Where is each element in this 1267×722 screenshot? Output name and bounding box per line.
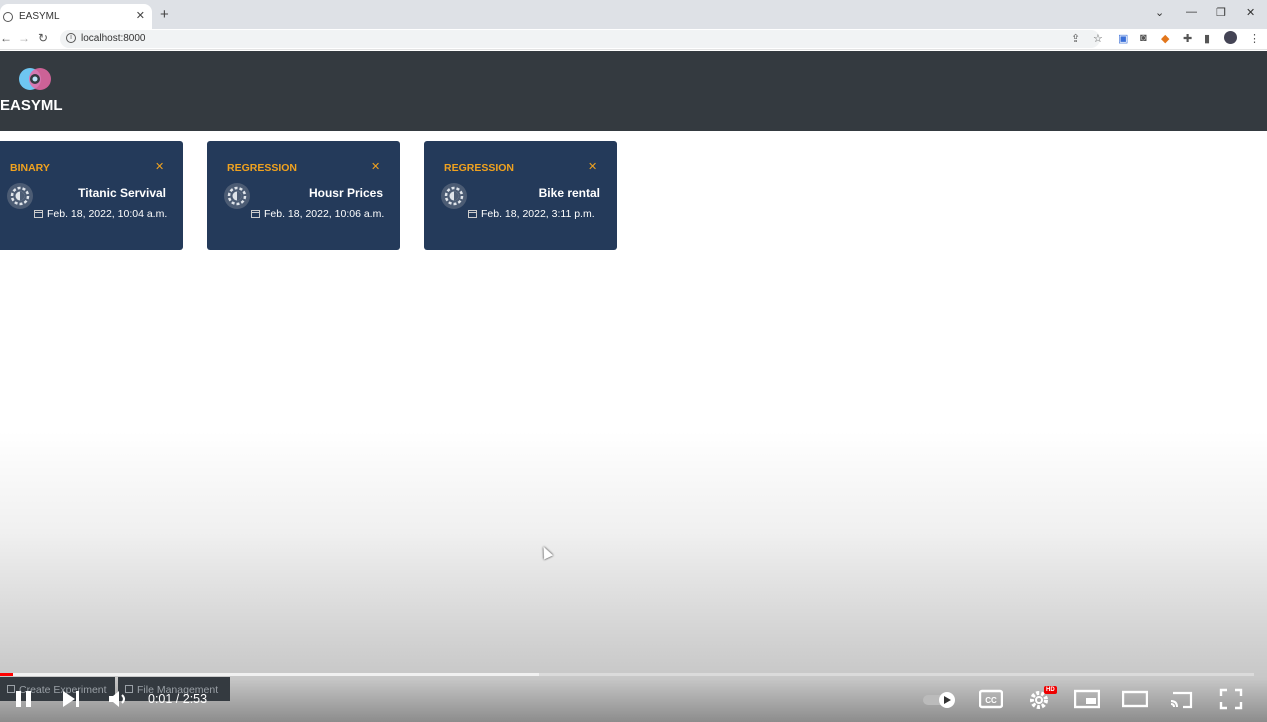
site-info-icon[interactable]: i [66, 33, 76, 43]
pause-icon[interactable] [14, 688, 34, 710]
experiment-card[interactable]: REGRESSION ✕ Bike rental Feb. 18, 2022, … [424, 141, 617, 250]
menu-kebab-icon[interactable]: ⋮ [1249, 32, 1260, 45]
delete-card-icon[interactable]: ✕ [155, 160, 164, 173]
svg-text:CC: CC [985, 696, 997, 705]
experiment-type: REGRESSION [444, 162, 515, 174]
new-tab-icon[interactable]: + [160, 6, 169, 23]
brain-gear-logo-icon [19, 68, 51, 90]
volume-icon[interactable] [107, 688, 129, 710]
played-bar [0, 673, 13, 676]
captions-icon[interactable]: CC [979, 688, 1003, 710]
fullscreen-icon[interactable] [1219, 688, 1243, 710]
translate-icon[interactable]: ▣ [1118, 32, 1128, 45]
back-icon[interactable]: ← [0, 31, 12, 45]
experiment-title: Bike rental [538, 186, 600, 200]
calendar-icon [251, 210, 260, 218]
video-progress-bar[interactable] [0, 673, 1254, 676]
browser-toolbar: ← → ↻ i localhost:8000 ⇪ ☆ ▣ ◙ ◆ ✚ ▮ ⋮ [0, 29, 1267, 50]
screen: EASYML ✕ + ⌄ — ❐ ✕ ← → ↻ i localhost:800… [0, 0, 1267, 722]
experiment-type: REGRESSION [227, 162, 298, 174]
calendar-icon [468, 210, 477, 218]
experiment-date: Feb. 18, 2022, 10:06 a.m. [251, 208, 384, 220]
theater-mode-icon[interactable] [1122, 688, 1148, 710]
experiment-type: BINARY [10, 162, 50, 174]
delete-card-icon[interactable]: ✕ [588, 160, 597, 173]
minimize-icon[interactable]: — [1186, 6, 1197, 18]
extensions-puzzle-icon[interactable]: ✚ [1183, 32, 1192, 45]
date-text: Feb. 18, 2022, 10:06 a.m. [264, 208, 385, 220]
cast-icon[interactable] [1169, 688, 1195, 710]
browser-tab[interactable]: EASYML ✕ [0, 4, 152, 29]
browser-tab-bar: EASYML ✕ + ⌄ — ❐ ✕ [0, 0, 1267, 29]
restore-icon[interactable]: ❐ [1216, 6, 1226, 19]
tab-title: EASYML [19, 11, 60, 22]
date-text: Feb. 18, 2022, 3:11 p.m. [481, 208, 595, 220]
hd-badge: HD [1044, 686, 1057, 694]
close-tab-icon[interactable]: ✕ [136, 9, 145, 22]
profile-avatar[interactable] [1224, 31, 1237, 44]
buffered-bar [0, 673, 540, 676]
experiment-title: Titanic Servival [78, 186, 166, 200]
delete-card-icon[interactable]: ✕ [371, 160, 380, 173]
url-text: localhost:8000 [81, 33, 146, 44]
globe-icon [3, 11, 13, 22]
fox-extension-icon[interactable]: ◆ [1161, 32, 1169, 45]
tab-search-icon[interactable]: ⌄ [1155, 6, 1164, 19]
experiment-date: Feb. 18, 2022, 3:11 p.m. [468, 208, 595, 220]
autoplay-toggle-icon[interactable] [922, 691, 958, 709]
close-window-icon[interactable]: ✕ [1246, 6, 1255, 19]
experiment-card[interactable]: REGRESSION ✕ Housr Prices Feb. 18, 2022,… [207, 141, 400, 250]
reload-icon[interactable]: ↻ [38, 31, 48, 45]
camera-icon[interactable]: ◙ [1140, 32, 1147, 44]
brand-name: EASYML [0, 97, 63, 114]
calendar-icon [34, 210, 43, 218]
experiment-title: Housr Prices [308, 186, 383, 200]
share-icon[interactable]: ⇪ [1071, 32, 1080, 45]
address-bar[interactable]: i localhost:8000 [60, 30, 1100, 48]
gear-icon [7, 183, 33, 209]
bookmark-star-icon[interactable]: ☆ [1093, 32, 1103, 45]
gear-icon [224, 183, 250, 209]
video-time: 0:01 / 2:53 [148, 692, 208, 706]
app-header: EASYML [0, 51, 1267, 131]
side-panel-icon[interactable]: ▮ [1204, 32, 1210, 45]
gear-icon [441, 183, 467, 209]
experiment-card[interactable]: BINARY ✕ Titanic Servival Feb. 18, 2022,… [0, 141, 183, 250]
next-video-icon[interactable] [60, 688, 82, 710]
experiment-date: Feb. 18, 2022, 10:04 a.m. [34, 208, 167, 220]
miniplayer-icon[interactable] [1074, 688, 1100, 710]
forward-icon[interactable]: → [18, 31, 30, 45]
date-text: Feb. 18, 2022, 10:04 a.m. [47, 208, 168, 220]
